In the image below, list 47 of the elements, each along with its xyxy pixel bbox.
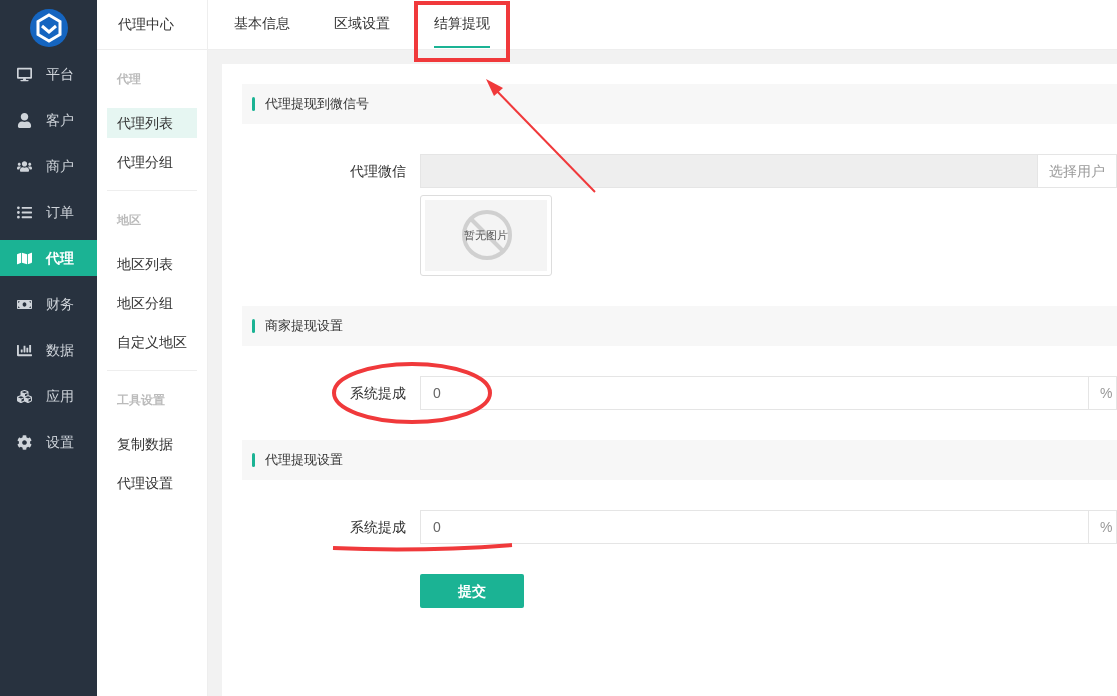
subnav-title: 代理中心 [118,15,174,34]
subnav-item[interactable]: 地区列表 [107,249,197,279]
section-title: 商家提现设置 [265,317,343,336]
percent-input[interactable]: 0 [420,510,1089,544]
sidebar-item[interactable]: 财务 [0,286,97,322]
group-heading: 工具设置 [117,392,165,409]
user-icon [17,112,32,128]
sidebar-item[interactable]: 平台 [0,56,97,92]
monitor-icon [17,66,32,82]
settings-icon [17,434,32,450]
logo-icon [29,9,68,47]
sidebar-item[interactable]: 订单 [0,194,97,230]
users-icon [17,158,32,174]
bar-chart-icon [17,342,32,358]
percent-suffix: % [1089,376,1117,410]
section-marker [252,453,255,467]
section-title: 代理提现到微信号 [265,95,369,114]
subnav-item[interactable]: 代理设置 [107,468,197,498]
tab[interactable]: 基本信息 [234,0,290,48]
group-heading: 代理 [117,71,141,88]
no-image-text: 暂无图片 [464,228,508,244]
tab[interactable]: 结算提现 [434,0,490,48]
sidebar-item[interactable]: 数据 [0,332,97,368]
sidebar-item[interactable]: 应用 [0,378,97,414]
cubes-icon [17,388,32,404]
group-heading: 地区 [117,212,141,229]
no-image-icon [461,209,513,261]
subnav-item[interactable]: 代理分组 [107,147,197,177]
subnav-item[interactable]: 地区分组 [107,288,197,318]
list-icon [17,204,32,220]
section-title: 代理提现设置 [265,451,343,470]
subnav-item[interactable]: 复制数据 [107,429,197,459]
sidebar-item[interactable]: 商户 [0,148,97,184]
sidebar-item[interactable]: 客户 [0,102,97,138]
wechat-input[interactable] [420,154,1038,188]
percent-suffix: % [1089,510,1117,544]
percent-input[interactable]: 0 [420,376,1089,410]
section-marker [252,97,255,111]
field-label: 系统提成 [349,517,407,537]
subnav-item[interactable]: 代理列表 [107,108,197,138]
subnav-item[interactable]: 自定义地区 [107,327,197,357]
field-label: 系统提成 [349,383,407,403]
field-label: 代理微信 [349,161,407,181]
sidebar-item[interactable]: 设置 [0,424,97,460]
section-marker [252,319,255,333]
tab[interactable]: 区域设置 [334,0,390,48]
map-icon [17,250,32,266]
